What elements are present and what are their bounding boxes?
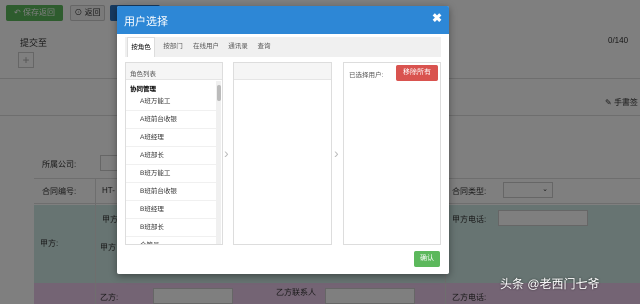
role-item[interactable]: A班前台收银 (126, 111, 218, 129)
user-list-panel (233, 62, 332, 245)
confirm-button[interactable]: 确认 (414, 251, 440, 267)
role-item[interactable]: A班万能工 (126, 93, 218, 111)
scrollbar-track[interactable] (216, 81, 221, 244)
role-list: A班万能工 A班前台收银 A班经理 A班部长 B班万能工 B班前台收银 B班经理… (126, 93, 218, 244)
dialog-header: 用户选择 ✖ (117, 6, 449, 34)
selected-users-panel: 已选择用户: 移除所有 (343, 62, 441, 245)
panel-header (234, 63, 331, 80)
chevron-right-icon[interactable]: › (334, 146, 339, 160)
user-select-dialog: 用户选择 ✖ 按角色 按部门 在线用户 通讯录 查询 角色列表 协同管理 A班万… (117, 6, 449, 274)
role-item[interactable]: B班部长 (126, 219, 218, 237)
close-icon[interactable]: ✖ (432, 11, 442, 25)
tab-online-users[interactable]: 在线用户 (189, 37, 223, 57)
role-item[interactable]: A班经理 (126, 129, 218, 147)
tab-by-department[interactable]: 按部门 (159, 37, 187, 57)
chevron-right-icon[interactable]: › (224, 146, 229, 160)
tab-contacts[interactable]: 通讯录 (225, 37, 251, 57)
watermark: 头条 @老西门七爷 (500, 277, 600, 291)
tab-search[interactable]: 查询 (253, 37, 275, 57)
tab-by-role[interactable]: 按角色 (127, 37, 155, 57)
scrollbar-thumb[interactable] (217, 85, 221, 101)
role-item[interactable]: B班前台收银 (126, 183, 218, 201)
role-group-label[interactable]: 协同管理 (130, 83, 156, 93)
selected-users-label: 已选择用户: (349, 72, 384, 79)
tab-bar: 按角色 按部门 在线用户 通讯录 查询 (125, 37, 441, 57)
role-list-panel: 角色列表 协同管理 A班万能工 A班前台收银 A班经理 A班部长 B班万能工 B… (125, 62, 223, 245)
role-item[interactable]: B班万能工 (126, 165, 218, 183)
panel-header: 角色列表 (126, 63, 222, 80)
role-list-header: 角色列表 (130, 71, 156, 78)
role-item[interactable]: A班部长 (126, 147, 218, 165)
role-item[interactable]: 仓管员 (126, 237, 218, 244)
dialog-title: 用户选择 (124, 16, 168, 28)
role-item[interactable]: B班经理 (126, 201, 218, 219)
remove-all-button[interactable]: 移除所有 (396, 65, 438, 81)
